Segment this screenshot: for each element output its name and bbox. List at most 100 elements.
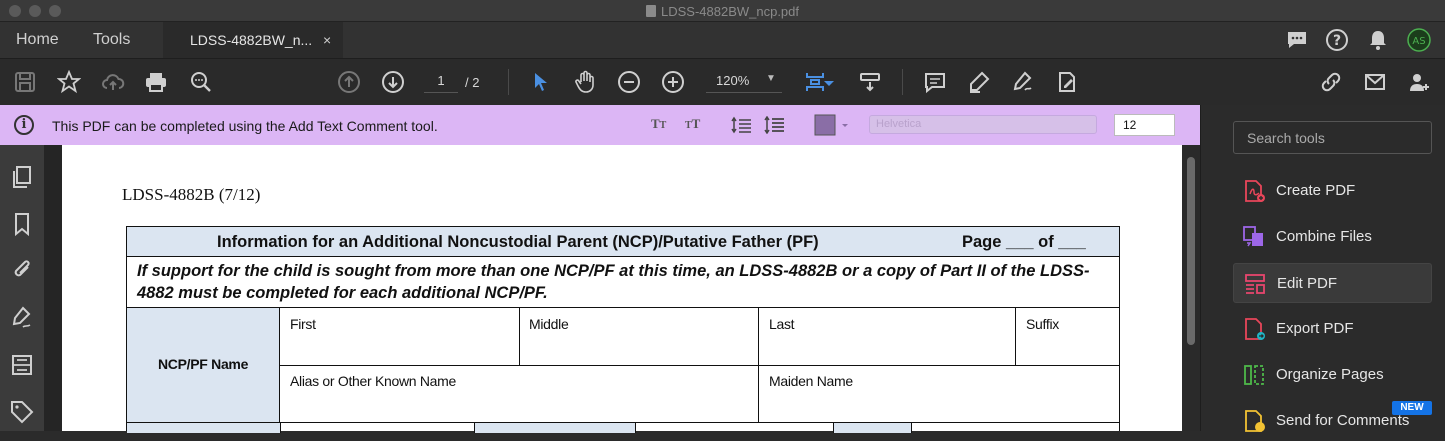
organize-pages-tool[interactable]: Organize Pages — [1233, 355, 1432, 395]
divider — [911, 423, 912, 433]
window-title: LDSS-4882BW_ncp.pdf — [0, 4, 1445, 19]
tool-label: Send for Comments — [1276, 412, 1410, 429]
comment-icon[interactable] — [922, 69, 948, 95]
user-avatar[interactable]: AS — [1406, 27, 1432, 53]
text-color-picker[interactable] — [814, 114, 850, 141]
tool-label: Edit PDF — [1277, 275, 1338, 292]
attachments-icon[interactable] — [9, 257, 35, 283]
line-spacing-decrease-icon[interactable] — [731, 116, 753, 134]
zoom-in-icon[interactable] — [660, 69, 686, 95]
share-link-icon[interactable] — [1318, 69, 1344, 95]
next-row-label-cell — [833, 423, 911, 433]
new-badge: NEW — [1392, 401, 1432, 415]
info-icon: i — [14, 115, 34, 135]
scrolling-mode-icon[interactable] — [857, 69, 883, 95]
chevron-down-icon[interactable]: ▼ — [766, 73, 776, 84]
organize-pages-icon — [1244, 365, 1264, 385]
maiden-name-field[interactable]: Maiden Name — [769, 373, 853, 389]
pdf-file-icon — [645, 5, 656, 17]
title-bar: LDSS-4882BW_ncp.pdf — [0, 0, 1445, 22]
form-header-title: Information for an Additional Noncustodi… — [217, 233, 819, 251]
notifications-bell-icon[interactable] — [1365, 27, 1391, 53]
divider — [635, 423, 636, 433]
first-name-field[interactable]: First — [290, 316, 316, 332]
comments-chat-icon[interactable] — [1284, 27, 1310, 53]
font-size-input[interactable]: 12 — [1114, 114, 1175, 136]
previous-page-icon[interactable] — [336, 69, 362, 95]
alias-name-field[interactable]: Alias or Other Known Name — [290, 373, 456, 389]
font-family-select[interactable]: Helvetica — [869, 115, 1097, 134]
text-increase-icon[interactable]: TT — [685, 116, 700, 134]
divider — [474, 423, 475, 433]
divider — [1015, 308, 1016, 365]
suffix-field[interactable]: Suffix — [1026, 316, 1059, 332]
tool-label: Create PDF — [1276, 182, 1356, 199]
export-pdf-tool[interactable]: Export PDF — [1233, 309, 1432, 349]
layers-icon[interactable] — [9, 352, 35, 378]
combine-files-tool[interactable]: Combine Files — [1233, 217, 1432, 257]
edit-pdf-icon — [1245, 274, 1265, 294]
next-row-label-cell — [127, 423, 280, 433]
info-message: This PDF can be completed using the Add … — [52, 118, 438, 134]
tags-icon[interactable] — [9, 399, 35, 425]
add-user-icon[interactable] — [1406, 69, 1432, 95]
search-tools-input[interactable]: Search tools — [1233, 121, 1432, 154]
form-id: LDSS-4882B (7/12) — [122, 185, 261, 204]
divider — [280, 423, 281, 433]
email-icon[interactable] — [1362, 69, 1388, 95]
help-icon[interactable]: ? — [1324, 27, 1350, 53]
form-instruction-note: If support for the child is sought from … — [137, 262, 1090, 302]
print-icon[interactable] — [143, 69, 169, 95]
cloud-upload-icon[interactable] — [100, 69, 126, 95]
scrollbar-thumb[interactable] — [1187, 157, 1195, 345]
select-cursor-icon[interactable] — [528, 69, 554, 95]
ncp-form-table: Information for an Additional Noncustodi… — [126, 226, 1120, 433]
zoom-out-icon[interactable] — [616, 69, 642, 95]
main-toolbar: 1 / 2 120% ▼ — [0, 58, 1445, 105]
divider — [280, 365, 1119, 366]
svg-text:?: ? — [1333, 33, 1341, 49]
tab-bar: Home Tools LDSS-4882BW_n... × ? AS — [0, 22, 1445, 58]
hand-tool-icon[interactable] — [572, 69, 598, 95]
signatures-icon[interactable] — [9, 305, 35, 331]
left-gutter — [44, 145, 62, 431]
combine-files-icon — [1243, 226, 1263, 247]
bookmark-star-icon[interactable] — [56, 69, 82, 95]
next-page-icon[interactable] — [380, 69, 406, 95]
divider — [519, 308, 520, 365]
ncp-name-label: NCP/PF Name — [158, 356, 249, 372]
home-tab[interactable]: Home — [16, 31, 59, 49]
create-pdf-tool[interactable]: Create PDF — [1233, 171, 1432, 211]
close-tab-icon[interactable]: × — [323, 32, 331, 48]
page-number-input[interactable]: 1 — [424, 73, 458, 93]
next-row-label-cell — [474, 423, 635, 433]
text-decrease-icon[interactable]: TT — [651, 116, 666, 134]
export-pdf-icon — [1245, 318, 1265, 340]
form-header-page: Page ___ of ___ — [962, 233, 1086, 251]
fit-page-dropdown-icon[interactable] — [822, 69, 836, 95]
sign-icon[interactable] — [1010, 69, 1036, 95]
left-navigation-rail — [0, 145, 44, 431]
line-spacing-increase-icon[interactable] — [764, 115, 786, 135]
highlight-pen-icon[interactable] — [966, 69, 992, 95]
last-name-field[interactable]: Last — [769, 316, 795, 332]
edit-pdf-tool[interactable]: Edit PDF — [1233, 263, 1432, 303]
bookmarks-icon[interactable] — [9, 211, 35, 237]
svg-text:AS: AS — [1412, 36, 1425, 47]
middle-name-field[interactable]: Middle — [529, 316, 569, 332]
page-total-label: / 2 — [465, 75, 480, 90]
tool-label: Combine Files — [1276, 228, 1372, 245]
document-tab-label: LDSS-4882BW_n... — [190, 32, 313, 48]
search-zoom-icon[interactable] — [188, 69, 214, 95]
form-header: Information for an Additional Noncustodi… — [127, 227, 1119, 257]
send-for-comments-icon — [1245, 410, 1265, 432]
page-thumbnails-icon[interactable] — [9, 164, 35, 190]
save-icon[interactable] — [12, 69, 38, 95]
fill-sign-icon[interactable] — [1054, 69, 1080, 95]
divider — [833, 423, 834, 433]
document-tab[interactable]: LDSS-4882BW_n... × — [163, 22, 343, 58]
name-label-cell: NCP/PF Name — [127, 308, 280, 422]
toolbar-divider — [902, 69, 903, 95]
create-pdf-icon — [1245, 180, 1265, 202]
tools-tab[interactable]: Tools — [93, 31, 130, 49]
